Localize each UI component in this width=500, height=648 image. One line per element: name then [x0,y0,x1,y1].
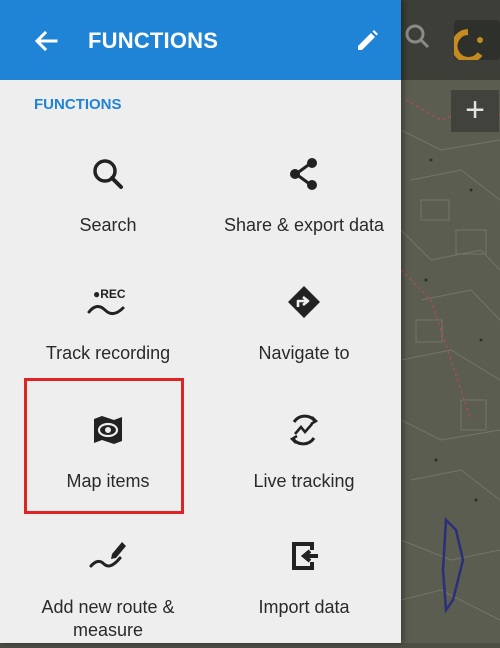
function-label: Track recording [45,343,171,363]
function-share-export[interactable]: Share & export data [204,138,404,266]
search-icon [83,152,133,196]
function-label: Navigate to [258,343,350,363]
highlight-box [24,378,184,514]
map-background: + [401,0,500,643]
search-icon[interactable] [403,22,433,52]
live-tracking-icon [279,408,329,452]
function-add-route-measure[interactable]: Add new route & measure [8,520,208,648]
function-search[interactable]: Search [8,138,208,266]
functions-drawer: FUNCTIONS FUNCTIONS Search Share & expor… [0,0,401,643]
edit-button[interactable] [352,26,382,56]
navigate-icon [279,280,329,324]
track-recording-icon: ●REC [83,280,133,324]
route-planner-icon [83,534,133,578]
function-live-tracking[interactable]: Live tracking [204,394,404,522]
function-label: Add new route & measure [41,597,175,640]
arrow-back-icon [34,30,58,52]
function-label: Import data [258,597,350,617]
function-navigate-to[interactable]: Navigate to [204,266,404,394]
map-layer-button[interactable] [451,20,500,63]
zoom-in-button[interactable]: + [451,90,499,132]
function-label: Live tracking [253,471,355,491]
share-icon [279,152,329,196]
app-bar: FUNCTIONS [0,0,401,80]
section-title: FUNCTIONS [34,96,122,113]
rec-badge: ●REC [93,287,126,301]
pencil-icon [358,30,378,50]
back-button[interactable] [30,26,62,56]
function-label: Search [79,215,137,235]
function-track-recording[interactable]: ●REC Track recording [8,266,208,394]
function-import-data[interactable]: Import data [204,520,404,648]
page-title: FUNCTIONS [88,28,219,53]
function-label: Share & export data [223,215,385,235]
map-layer-icon [451,29,483,63]
import-icon [279,534,329,578]
